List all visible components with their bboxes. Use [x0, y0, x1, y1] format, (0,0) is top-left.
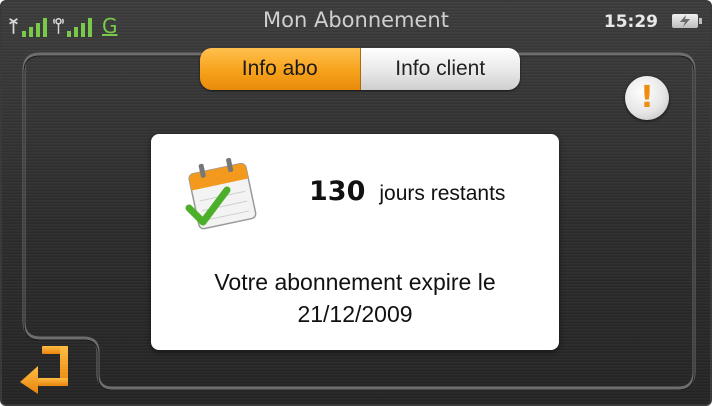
subscription-card: 130 jours restants Votre abonnement expi… [151, 134, 559, 350]
battery-charging-icon [672, 14, 702, 28]
back-button[interactable] [16, 342, 72, 398]
status-bar: G Mon Abonnement 15:29 [2, 2, 710, 42]
back-arrow-icon [20, 346, 68, 394]
tab-info-abo[interactable]: Info abo [200, 48, 361, 90]
days-count: 130 [309, 176, 366, 207]
expiry-date: 21/12/2009 [297, 301, 413, 327]
warning-icon: ! [640, 80, 654, 115]
device-screen: G Mon Abonnement 15:29 Info abo Info cli… [0, 0, 712, 406]
days-remaining: 130 jours restants [309, 176, 505, 207]
tab-bar: Info abo Info client [200, 48, 520, 90]
alert-button[interactable]: ! [625, 76, 669, 120]
expiry-text: Votre abonnement expire le [214, 269, 496, 295]
tab-info-client[interactable]: Info client [360, 48, 520, 90]
calendar-check-icon [185, 157, 257, 230]
days-label: jours restants [379, 182, 506, 205]
clock: 15:29 [603, 12, 658, 32]
expiry-message: Votre abonnement expire le 21/12/2009 [151, 266, 559, 330]
